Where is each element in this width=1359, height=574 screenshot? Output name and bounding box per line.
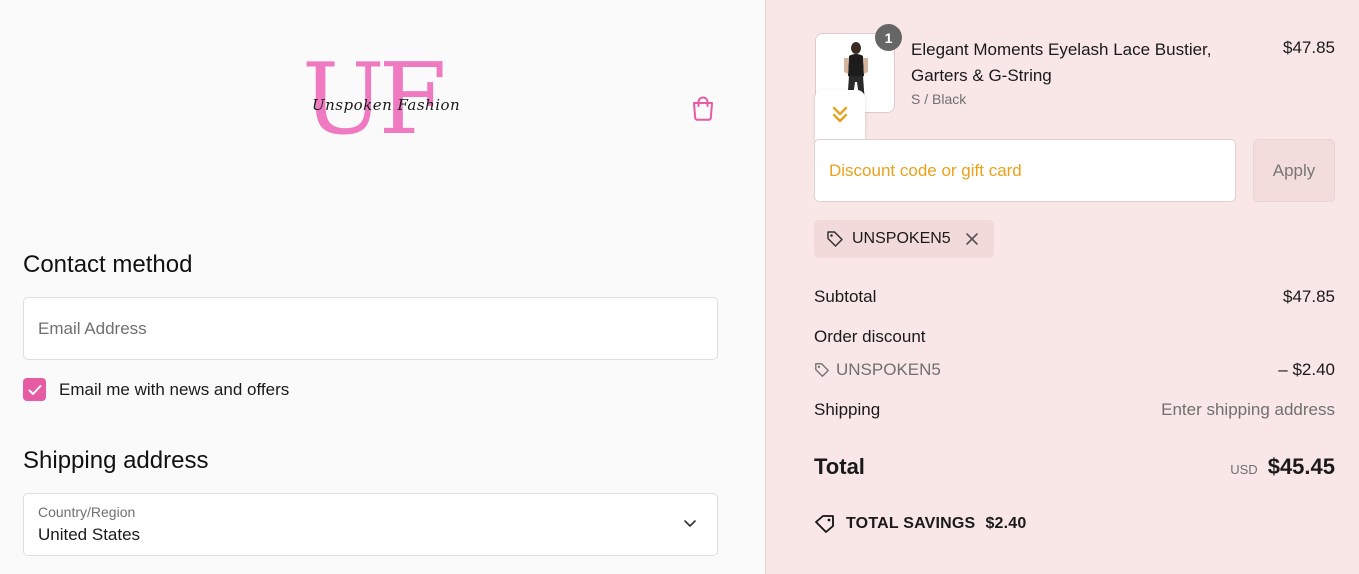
newsletter-checkbox[interactable] (23, 378, 46, 401)
scroll-down-button[interactable] (815, 90, 865, 140)
double-chevron-down-icon (832, 106, 848, 123)
shipping-address-heading: Shipping address (23, 447, 209, 474)
country-select-value: United States (38, 525, 141, 544)
email-field-wrapper (23, 297, 718, 360)
quantity-badge: 1 (875, 24, 902, 51)
order-discount-row: Order discount (814, 327, 1335, 347)
currency-code: USD (1230, 462, 1258, 477)
subtotal-value: $47.85 (1283, 287, 1335, 306)
discount-code-input[interactable] (815, 140, 1235, 201)
discount-code-name: UNSPOKEN5 (836, 360, 941, 379)
tag-icon (815, 363, 829, 377)
savings-tag-icon (815, 515, 834, 533)
chevron-down-icon (684, 520, 696, 527)
product-name: Elegant Moments Eyelash Lace Bustier, Ga… (911, 40, 1212, 85)
country-select[interactable]: Country/Region United States (23, 493, 718, 556)
remove-code-close-icon[interactable] (965, 232, 979, 246)
contact-method-heading: Contact method (23, 251, 193, 278)
applied-code-label: UNSPOKEN5 (852, 230, 951, 247)
discount-code-row: UNSPOKEN5 – $2.40 (814, 360, 1335, 380)
email-input[interactable] (24, 298, 717, 359)
shipping-value: Enter shipping address (1161, 400, 1335, 419)
apply-discount-button[interactable]: Apply (1253, 139, 1335, 202)
total-savings: TOTAL SAVINGS $2.40 (814, 514, 1026, 534)
tag-icon (826, 230, 844, 248)
order-discount-label: Order discount (814, 327, 926, 346)
discount-code-detail: UNSPOKEN5 (814, 360, 941, 380)
savings-value: $2.40 (985, 515, 1027, 532)
newsletter-label[interactable]: Email me with news and offers (59, 380, 289, 400)
subtotal-label: Subtotal (814, 287, 877, 306)
store-logo[interactable]: UF Unspoken Fashion (300, 50, 460, 156)
subtotal-row: Subtotal $47.85 (814, 287, 1335, 307)
shipping-row: Shipping Enter shipping address (814, 400, 1335, 420)
savings-label: TOTAL SAVINGS (846, 515, 976, 532)
country-select-label: Country/Region (38, 504, 136, 520)
total-label: Total (814, 454, 865, 479)
total-value-group: USD $45.45 (1230, 454, 1335, 480)
shopping-bag-icon[interactable] (690, 94, 716, 122)
shipping-label: Shipping (814, 400, 881, 419)
product-variant: S / Black (911, 91, 967, 107)
applied-discount-chip: UNSPOKEN5 (814, 220, 994, 258)
total-row: Total USD $45.45 (814, 454, 1335, 480)
logo-script-text: Unspoken Fashion (312, 96, 461, 114)
discount-field-wrapper (814, 139, 1236, 202)
product-price: $47.85 (1283, 38, 1335, 57)
discount-value: – $2.40 (1278, 360, 1335, 379)
checkout-form-panel: UF Unspoken Fashion Contact method Email… (0, 0, 765, 574)
checkmark-icon (28, 384, 41, 395)
total-amount: $45.45 (1267, 454, 1335, 479)
